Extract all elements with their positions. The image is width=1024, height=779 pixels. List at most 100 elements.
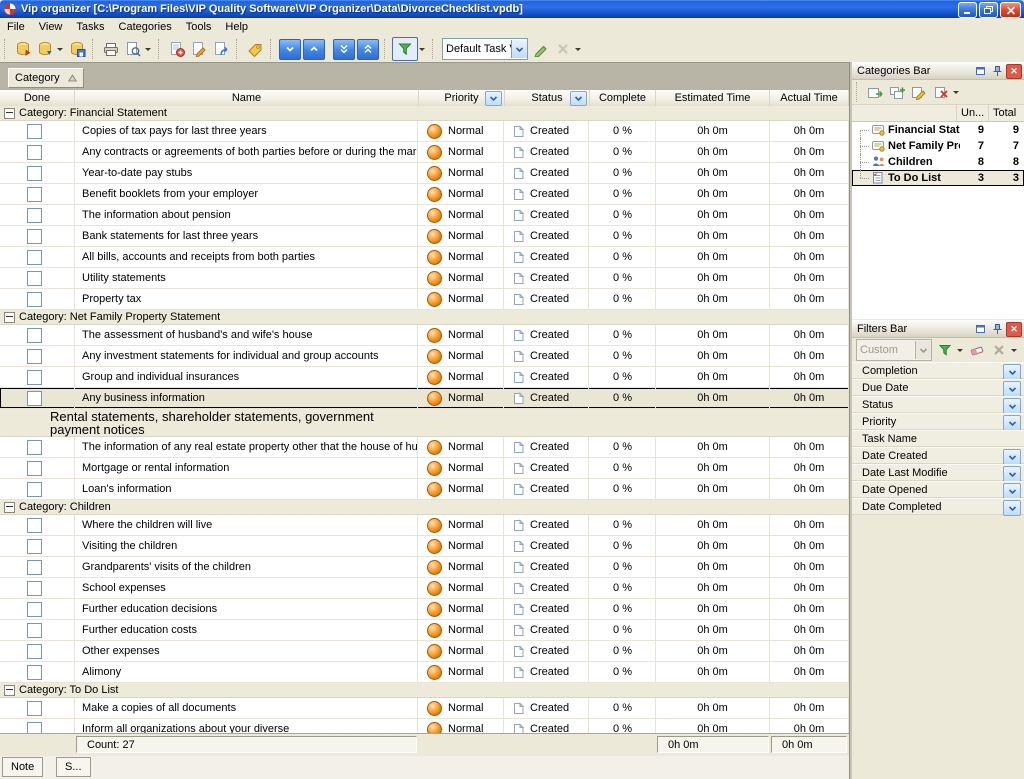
task-row[interactable]: Any contracts or agreements of both part… (0, 142, 849, 163)
done-checkbox[interactable] (27, 229, 42, 244)
category-add-button[interactable] (864, 82, 886, 102)
filter-erase-button[interactable] (966, 340, 988, 360)
filter-row-date-opened[interactable]: Date Opened (852, 481, 1024, 498)
done-checkbox[interactable] (27, 461, 42, 476)
filter-dropdown-icon[interactable] (1003, 398, 1021, 414)
toolbar-options-dropdown-icon[interactable] (575, 48, 581, 51)
filter-preset-combo[interactable]: Custom (856, 339, 932, 361)
filter-dropdown-icon[interactable] (1003, 466, 1021, 482)
task-row[interactable]: Inform all organizations about your dive… (0, 719, 849, 733)
category-edit-button[interactable] (908, 82, 930, 102)
task-row[interactable]: Copies of tax pays for last three yearsN… (0, 121, 849, 142)
done-checkbox[interactable] (27, 187, 42, 202)
filter-row-status[interactable]: Status (852, 396, 1024, 413)
database-save-button[interactable] (66, 38, 88, 60)
category-item-financial-stateme[interactable]: Financial Stateme99 (852, 122, 1024, 138)
task-row[interactable]: Where the children will liveNormalCreate… (0, 515, 849, 536)
group-by-category-button[interactable]: Category (8, 68, 84, 88)
menu-categories[interactable]: Categories (112, 19, 179, 35)
filters-toolbar-dropdown-icon[interactable] (1011, 349, 1017, 352)
panel-pin-icon[interactable] (990, 322, 1004, 335)
expand-all-button[interactable] (357, 39, 379, 60)
done-checkbox[interactable] (27, 145, 42, 160)
panel-restore-icon[interactable] (974, 64, 988, 77)
task-add-button[interactable] (166, 38, 188, 60)
column-header-total[interactable]: Total (988, 105, 1024, 121)
restore-button[interactable] (979, 2, 998, 18)
category-group-row[interactable]: Category: Children (0, 500, 849, 515)
filter-apply-dropdown-icon[interactable] (957, 349, 963, 352)
done-checkbox[interactable] (27, 328, 42, 343)
move-down-button[interactable] (279, 39, 301, 60)
task-view-combo[interactable]: Default Task V (442, 38, 528, 60)
panel-close-icon[interactable]: ✕ (1006, 322, 1022, 337)
bottom-tab-s[interactable]: S... (56, 757, 91, 777)
task-row[interactable]: Visiting the childrenNormalCreated0 %0h … (0, 536, 849, 557)
menu-view[interactable]: View (32, 19, 70, 35)
bottom-tab-note[interactable]: Note (2, 757, 43, 777)
filter-row-date-last-modifie[interactable]: Date Last Modifie (852, 464, 1024, 481)
column-header-name[interactable]: Name (75, 90, 419, 106)
combo-dropdown-icon[interactable] (915, 341, 931, 359)
category-item-net-family-proper[interactable]: Net Family Proper77 (852, 138, 1024, 154)
filter-dropdown-icon[interactable] (1003, 449, 1021, 465)
done-checkbox[interactable] (27, 623, 42, 638)
filter-dropdown-icon[interactable] (419, 48, 425, 51)
done-checkbox[interactable] (27, 602, 42, 617)
done-checkbox[interactable] (27, 701, 42, 716)
done-checkbox[interactable] (27, 250, 42, 265)
done-checkbox[interactable] (27, 292, 42, 307)
column-filter-dropdown-icon[interactable] (485, 91, 502, 106)
menu-tools[interactable]: Tools (179, 19, 219, 35)
task-row[interactable]: All bills, accounts and receipts from bo… (0, 247, 849, 268)
task-row[interactable]: The information of any real estate prope… (0, 437, 849, 458)
task-row[interactable]: Any business informationNormalCreated0 %… (0, 388, 849, 409)
category-delete-button[interactable] (930, 82, 952, 102)
done-checkbox[interactable] (27, 518, 42, 533)
task-row[interactable]: Grandparents' visits of the childrenNorm… (0, 557, 849, 578)
task-row[interactable]: Loan's informationNormalCreated0 %0h 0m0… (0, 479, 849, 500)
task-row[interactable]: School expensesNormalCreated0 %0h 0m0h 0… (0, 578, 849, 599)
close-button[interactable] (1000, 2, 1021, 18)
column-filter-dropdown-icon[interactable] (570, 91, 587, 106)
filter-row-date-created[interactable]: Date Created (852, 447, 1024, 464)
task-row[interactable]: AlimonyNormalCreated0 %0h 0m0h 0m (0, 662, 849, 683)
filter-row-task-name[interactable]: Task Name (852, 430, 1024, 447)
category-item-children[interactable]: Children88 (852, 154, 1024, 170)
collapse-group-icon[interactable] (4, 502, 15, 513)
minimize-button[interactable] (958, 2, 977, 18)
collapse-group-icon[interactable] (4, 685, 15, 696)
menu-help[interactable]: Help (218, 19, 255, 35)
task-row[interactable]: Make a copies of all documentsNormalCrea… (0, 698, 849, 719)
done-checkbox[interactable] (27, 166, 42, 181)
done-checkbox[interactable] (27, 124, 42, 139)
category-add-sub-button[interactable] (886, 82, 908, 102)
filter-dropdown-icon[interactable] (1003, 500, 1021, 516)
filter-dropdown-icon[interactable] (1003, 415, 1021, 431)
filter-dropdown-icon[interactable] (1003, 381, 1021, 397)
collapse-all-button[interactable] (333, 39, 355, 60)
filter-row-completion[interactable]: Completion (852, 362, 1024, 379)
category-tag-button[interactable] (244, 38, 266, 60)
category-item-to-do-list[interactable]: To Do List33 (852, 170, 1024, 186)
task-row[interactable]: The assessment of husband's and wife's h… (0, 325, 849, 346)
done-checkbox[interactable] (27, 349, 42, 364)
filter-button[interactable] (392, 37, 418, 61)
collapse-group-icon[interactable] (4, 312, 15, 323)
done-checkbox[interactable] (27, 539, 42, 554)
filter-apply-button[interactable] (934, 340, 956, 360)
column-header-unfinished[interactable]: Un... (956, 105, 988, 121)
task-row[interactable]: Group and individual insurancesNormalCre… (0, 367, 849, 388)
category-group-row[interactable]: Category: Net Family Property Statement (0, 310, 849, 325)
done-checkbox[interactable] (27, 391, 42, 406)
column-header-priority[interactable]: Priority (419, 90, 505, 106)
task-edit-button[interactable] (188, 38, 210, 60)
task-row[interactable]: Benefit booklets from your employerNorma… (0, 184, 849, 205)
database-open-button[interactable] (34, 38, 56, 60)
done-checkbox[interactable] (27, 208, 42, 223)
category-group-row[interactable]: Category: To Do List (0, 683, 849, 698)
done-checkbox[interactable] (27, 644, 42, 659)
done-checkbox[interactable] (27, 722, 42, 734)
done-checkbox[interactable] (27, 560, 42, 575)
view-delete-button[interactable] (552, 38, 574, 60)
